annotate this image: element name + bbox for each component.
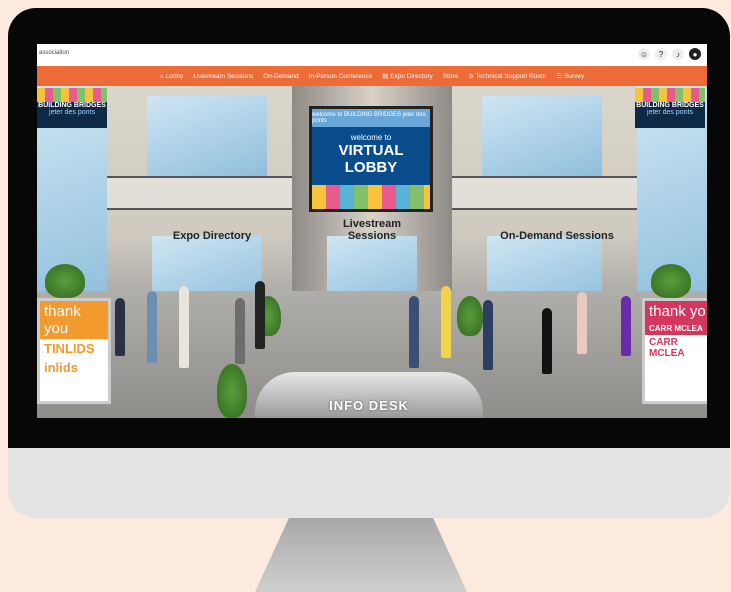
upper-right-room[interactable]	[482, 96, 602, 176]
main-nav: ⌂ Lobby Livestream Sessions On-Demand In…	[37, 66, 707, 86]
sign-welcome: welcome to	[350, 133, 392, 142]
user-icon[interactable]: ●	[689, 48, 701, 60]
ondemand-sessions-label[interactable]: On-Demand Sessions	[477, 230, 637, 242]
avatar	[542, 308, 552, 374]
avatar	[115, 298, 125, 356]
nav-inperson[interactable]: In-Person Conference	[309, 73, 373, 80]
help-icon[interactable]: ?	[655, 48, 667, 60]
right-balcony	[452, 176, 637, 210]
sign-title: VIRTUAL LOBBY	[338, 142, 404, 176]
avatar	[409, 296, 419, 368]
nav-lobby[interactable]: ⌂ Lobby	[160, 73, 183, 80]
nav-lobby-label: Lobby	[165, 72, 184, 80]
sponsor-kiosk-right[interactable]: thank yo CARR MCLEA CARR MCLEA	[642, 298, 707, 404]
upper-left-room[interactable]	[147, 96, 267, 176]
left-balcony	[107, 176, 292, 210]
avatar	[147, 291, 157, 363]
avatar	[179, 286, 189, 368]
kiosk-left-thanks: thank you	[40, 301, 108, 339]
banner-right-title: BUILDING BRIDGES	[636, 102, 704, 109]
top-bar: association ☺ ? ♪ ●	[37, 44, 707, 66]
banner-left-title: BUILDING BRIDGES	[38, 102, 106, 109]
nav-survey[interactable]: ☰ Survey	[556, 72, 584, 80]
plant	[217, 364, 247, 418]
info-desk-label: INFO DESK	[329, 398, 409, 413]
kiosk-left-logo: inlids	[44, 360, 78, 375]
accessibility-icon[interactable]: ☺	[638, 48, 650, 60]
nav-expo-label: Expo Directory	[390, 73, 433, 80]
avatar	[621, 296, 631, 356]
sign-art	[312, 185, 430, 209]
virtual-lobby-scene: Expo Directory Livestream Sessions On-De…	[37, 86, 707, 418]
sponsor-kiosk-left[interactable]: thank you TINLIDS inlids	[37, 298, 111, 404]
virtual-lobby-sign: welcome to BUILDING BRIDGES jeter des po…	[309, 106, 433, 212]
monitor-chin	[8, 448, 730, 518]
kiosk-left-sponsor: TINLIDS	[44, 341, 95, 356]
expo-directory-label[interactable]: Expo Directory	[132, 230, 292, 242]
livestream-sessions-label[interactable]: Livestream Sessions	[327, 218, 417, 242]
banner-left-art	[37, 88, 107, 102]
banner-right-art	[635, 88, 705, 102]
nav-support[interactable]: ⊙ Technical Support Room	[468, 72, 546, 80]
avatar	[255, 281, 265, 349]
org-name: association	[39, 50, 70, 56]
plant	[45, 264, 85, 298]
info-desk[interactable]: INFO DESK	[255, 372, 483, 418]
kiosk-right-thanks: thank yo	[645, 301, 707, 322]
nav-ondemand[interactable]: On-Demand	[263, 73, 298, 80]
nav-expo[interactable]: ▤ Expo Directory	[382, 72, 433, 80]
nav-survey-label: Survey	[563, 73, 585, 80]
avatar	[483, 300, 493, 370]
banner-left-subtitle: jeter des ponts	[49, 109, 95, 116]
sign-banner: welcome to BUILDING BRIDGES jeter des po…	[312, 109, 430, 127]
avatar	[235, 298, 245, 364]
nav-livestream[interactable]: Livestream Sessions	[193, 73, 253, 80]
banner-right-subtitle: jeter des ponts	[647, 109, 693, 116]
plant	[651, 264, 691, 298]
nav-store[interactable]: Store	[443, 73, 459, 80]
avatar	[577, 292, 587, 354]
top-icons: ☺ ? ♪ ●	[638, 48, 701, 60]
monitor-stand	[255, 518, 467, 592]
nav-support-label: Technical Support Room	[475, 73, 547, 80]
kiosk-right-logo: CARR MCLEA	[649, 337, 685, 359]
avatar	[441, 286, 451, 358]
bell-icon[interactable]: ♪	[672, 48, 684, 60]
screen: association ☺ ? ♪ ● ⌂ Lobby Livestream S…	[37, 44, 707, 418]
banner-left: BUILDING BRIDGES jeter des ponts	[37, 88, 107, 128]
plant	[457, 296, 483, 336]
banner-right: BUILDING BRIDGES jeter des ponts	[635, 88, 705, 128]
kiosk-right-sponsor: CARR MCLEA	[645, 322, 707, 335]
